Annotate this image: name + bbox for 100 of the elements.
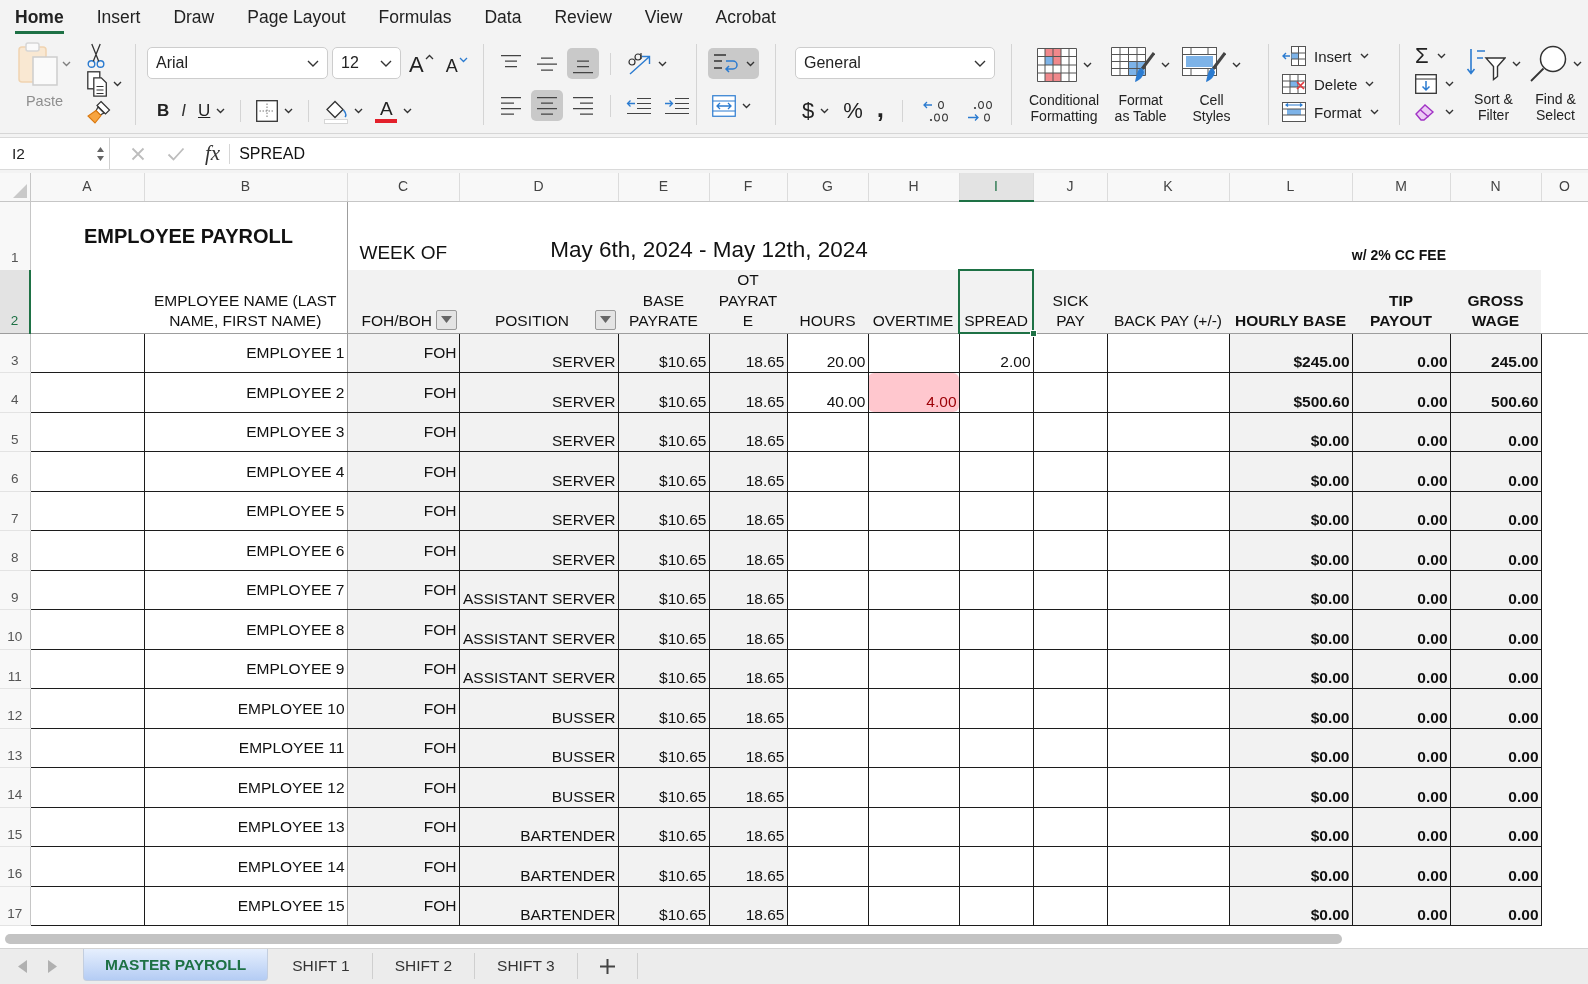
conditional-formatting-button[interactable]: Conditional Formatting <box>1029 43 1100 133</box>
shrink-font-button[interactable]: A <box>441 47 472 79</box>
column-header[interactable]: C <box>347 173 459 201</box>
ribbon-tab[interactable]: Review <box>554 3 612 34</box>
row-header[interactable]: 10 <box>0 609 30 649</box>
ribbon-tab[interactable]: Home <box>15 3 64 34</box>
autosum-button[interactable]: Σ <box>1411 42 1458 70</box>
column-header[interactable]: K <box>1107 173 1229 201</box>
scrollbar-thumb[interactable] <box>5 934 1342 944</box>
table-cell: 0.00 <box>1450 886 1541 926</box>
table-cell: SERVER <box>459 333 618 373</box>
row-header[interactable]: 3 <box>0 333 30 373</box>
table-cell: 0.00 <box>1352 807 1450 847</box>
table-cell: 245.00 <box>1450 333 1541 373</box>
caret-icon <box>403 107 413 114</box>
row-header[interactable]: 16 <box>0 846 30 886</box>
table-cell: SERVER <box>459 451 618 491</box>
row-header[interactable]: 7 <box>0 491 30 531</box>
number-format-select[interactable]: General <box>795 47 995 79</box>
table-cell: 0.00 <box>1450 412 1541 452</box>
sheet-tab[interactable]: SHIFT 2 <box>372 953 476 979</box>
formula-input[interactable]: SPREAD <box>239 141 305 166</box>
ribbon-tab[interactable]: View <box>644 3 683 34</box>
row-header[interactable]: 15 <box>0 807 30 847</box>
column-header[interactable]: F <box>709 173 787 201</box>
column-header[interactable]: B <box>144 173 347 201</box>
column-header[interactable]: H <box>868 173 959 201</box>
row-header[interactable]: 4 <box>0 372 30 412</box>
column-header[interactable]: D <box>459 173 618 201</box>
table-cell: $245.00 <box>1229 333 1352 373</box>
sort-filter-button[interactable]: Sort & Filter <box>1466 42 1521 133</box>
insert-function-button[interactable]: fx <box>203 137 223 170</box>
currency-button[interactable]: $ <box>799 95 833 126</box>
ribbon-tab[interactable]: Acrobat <box>715 3 776 34</box>
column-header[interactable]: E <box>618 173 709 201</box>
table-cell: FOH <box>347 767 459 807</box>
row-header[interactable]: 8 <box>0 530 30 570</box>
row-header[interactable]: 2 <box>0 270 30 333</box>
name-box[interactable]: I2 <box>0 138 110 169</box>
row-header[interactable]: 14 <box>0 767 30 807</box>
column-header[interactable]: L <box>1229 173 1352 201</box>
ribbon-tab[interactable]: Formulas <box>378 3 452 34</box>
format-as-table-button[interactable]: Format as Table <box>1111 43 1171 133</box>
underline-button[interactable]: U <box>194 95 230 126</box>
row-header[interactable]: 1 <box>0 201 30 270</box>
table-cell: $0.00 <box>1229 570 1352 610</box>
delete-button[interactable]: Delete <box>1280 70 1388 98</box>
row-header[interactable]: 9 <box>0 570 30 610</box>
row-header[interactable]: 5 <box>0 412 30 452</box>
table-cell: EMPLOYEE 4 <box>144 451 347 491</box>
column-header[interactable]: I <box>959 173 1033 201</box>
font-size-select[interactable]: 12 <box>332 47 401 79</box>
comma-style-button[interactable]: , <box>873 95 888 126</box>
filter-button[interactable] <box>436 309 457 330</box>
font-color-button[interactable]: A <box>371 95 417 126</box>
row-header[interactable]: 6 <box>0 451 30 491</box>
column-header[interactable]: M <box>1352 173 1450 201</box>
row-header[interactable]: 13 <box>0 728 30 768</box>
row-header[interactable]: 11 <box>0 649 30 689</box>
column-header[interactable]: N <box>1450 173 1541 201</box>
ribbon-tab[interactable]: Draw <box>173 3 215 34</box>
sheet-tab[interactable]: MASTER PAYROLL <box>83 949 269 981</box>
bold-button[interactable]: B <box>153 95 174 126</box>
find-select-button[interactable]: Find & Select <box>1529 42 1582 133</box>
table-cell: 0.00 <box>1352 649 1450 689</box>
fill-handle[interactable] <box>1030 330 1037 337</box>
percent-button[interactable]: % <box>840 95 866 126</box>
table-cell: 20.00 <box>787 333 868 373</box>
table-cell: $0.00 <box>1229 491 1352 531</box>
sheet-title: EMPLOYEE PAYROLL <box>84 224 293 247</box>
font-name-select[interactable]: Arial <box>147 47 328 79</box>
grow-font-button[interactable]: A <box>405 47 438 79</box>
table-cell: 18.65 <box>709 451 787 491</box>
table-cell: 18.65 <box>709 491 787 531</box>
column-header[interactable]: O <box>1541 173 1588 201</box>
align-bottom-button[interactable] <box>567 48 599 79</box>
ribbon-tab[interactable]: Page Layout <box>247 3 346 34</box>
sheet-tab[interactable]: SHIFT 1 <box>270 953 373 979</box>
row-header[interactable]: 12 <box>0 688 30 728</box>
table-cell: SERVER <box>459 372 618 412</box>
column-header[interactable]: G <box>787 173 868 201</box>
cell-styles-button[interactable]: Cell Styles <box>1182 43 1242 133</box>
column-header[interactable]: A <box>30 173 144 201</box>
ribbon-tab[interactable]: Data <box>484 3 522 34</box>
ribbon-tab[interactable]: Insert <box>96 3 141 34</box>
row-header[interactable]: 17 <box>0 886 30 926</box>
caret-icon <box>742 102 751 109</box>
wrap-text-button[interactable] <box>708 48 759 79</box>
sheet-tab[interactable]: SHIFT 3 <box>475 953 578 979</box>
insert-button[interactable]: Insert <box>1280 42 1388 70</box>
table-cell: 0.00 <box>1352 491 1450 531</box>
format-button[interactable]: Format <box>1280 98 1388 126</box>
filter-button[interactable] <box>595 309 616 330</box>
italic-button[interactable]: I <box>177 95 190 126</box>
format-cells-icon <box>1282 102 1306 122</box>
align-center-button[interactable] <box>531 90 563 121</box>
column-header[interactable]: J <box>1033 173 1107 201</box>
caret-icon <box>1365 81 1375 87</box>
table-cell: 0.00 <box>1450 530 1541 570</box>
table-cell: EMPLOYEE 7 <box>144 570 347 610</box>
